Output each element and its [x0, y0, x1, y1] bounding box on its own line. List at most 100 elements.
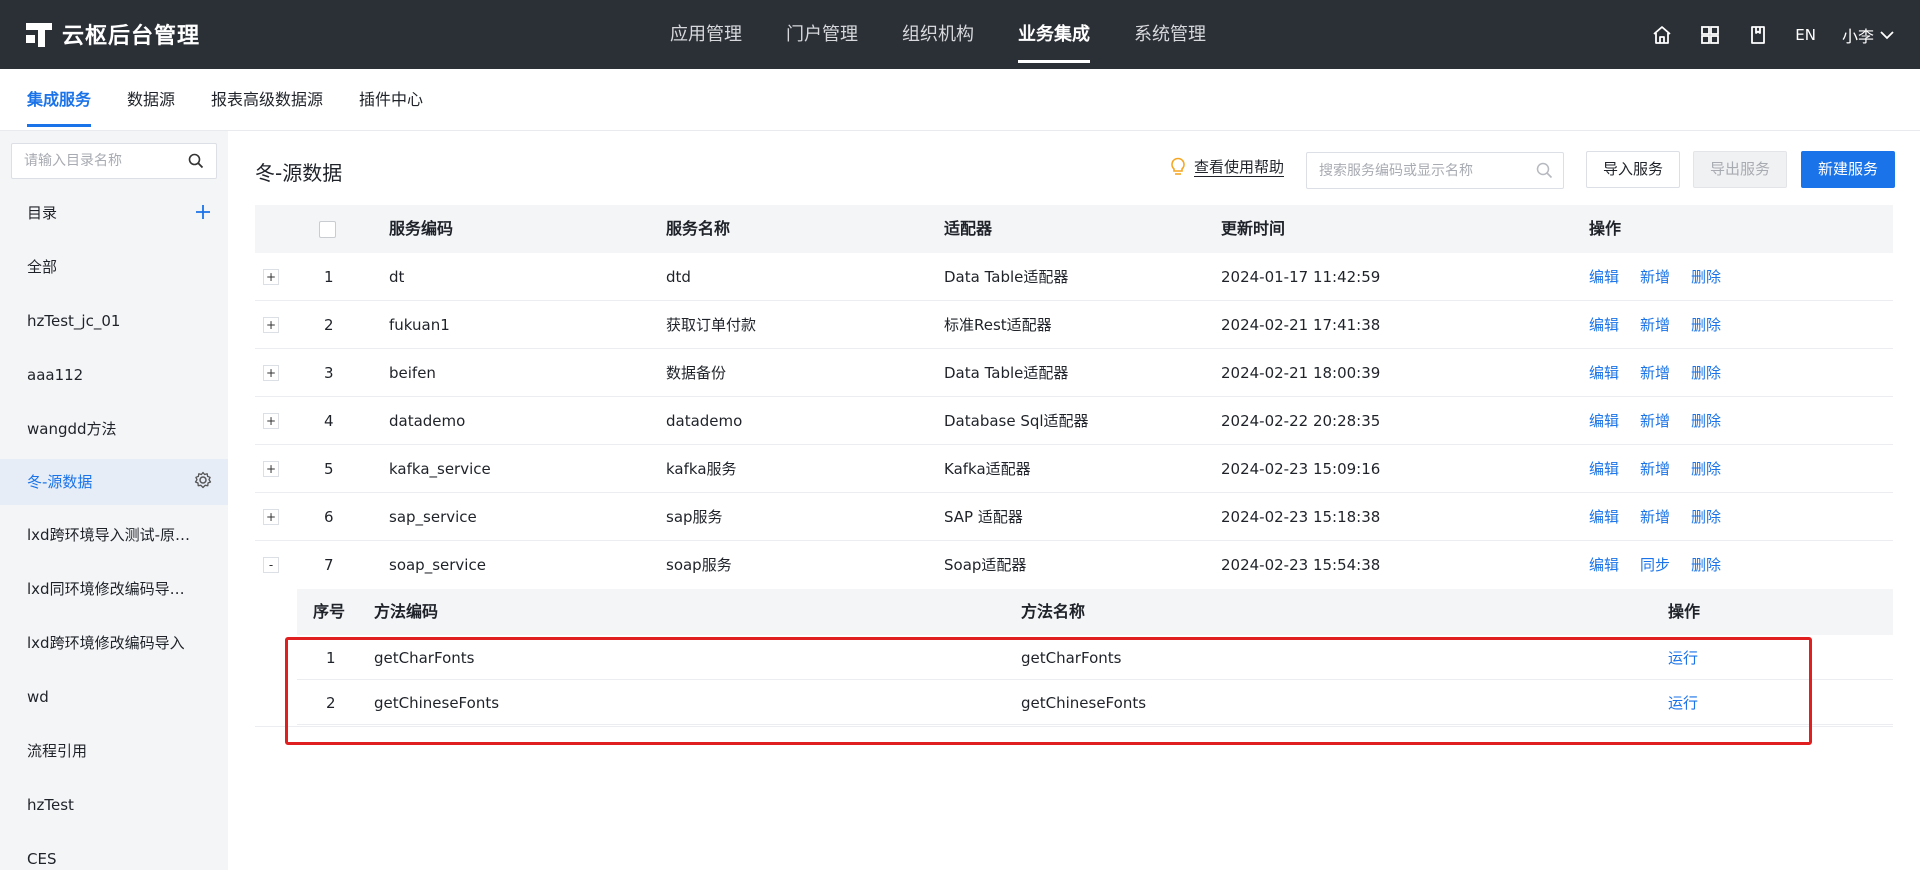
book-icon[interactable] — [1747, 24, 1769, 46]
expand-toggle[interactable]: + — [263, 461, 279, 477]
delete-link[interactable]: 删除 — [1691, 541, 1721, 589]
sync-link[interactable]: 同步 — [1640, 541, 1670, 589]
edit-link[interactable]: 编辑 — [1589, 253, 1619, 301]
home-icon[interactable] — [1651, 24, 1673, 46]
run-link[interactable]: 运行 — [1668, 680, 1698, 726]
edit-link[interactable]: 编辑 — [1589, 445, 1619, 493]
tab-data-sources[interactable]: 数据源 — [127, 69, 175, 131]
add-link[interactable]: 新增 — [1640, 301, 1670, 349]
sidebar-item[interactable]: lxd跨环境修改编码导入 — [0, 621, 228, 665]
table-row: + 6 sap_service sap服务 SAP 适配器 2024-02-23… — [255, 493, 1893, 541]
nav-item-org[interactable]: 组织机构 — [902, 0, 974, 69]
service-name: soap服务 — [666, 556, 732, 574]
nav-item-system[interactable]: 系统管理 — [1134, 0, 1206, 69]
header-method-no: 序号 — [313, 602, 346, 621]
edit-link[interactable]: 编辑 — [1589, 541, 1619, 589]
sidebar-item[interactable]: hzTest_jc_01 — [0, 299, 228, 343]
lightbulb-icon — [1171, 157, 1185, 175]
edit-link[interactable]: 编辑 — [1589, 301, 1619, 349]
delete-link[interactable]: 删除 — [1691, 349, 1721, 397]
service-search — [1306, 152, 1564, 189]
adapter: Data Table适配器 — [944, 268, 1069, 286]
run-link[interactable]: 运行 — [1668, 635, 1698, 681]
row-number: 1 — [324, 268, 334, 286]
service-name: 获取订单付款 — [666, 316, 757, 334]
expand-toggle[interactable]: + — [263, 317, 279, 333]
expand-toggle[interactable]: + — [263, 413, 279, 429]
main-content: 冬-源数据 查看使用帮助 导入服务 导出服务 新建服务 服务编码 服务名称 适配… — [228, 131, 1920, 870]
service-search-input[interactable] — [1307, 153, 1527, 188]
nav-item-integration[interactable]: 业务集成 — [1018, 0, 1090, 69]
service-code: beifen — [389, 364, 436, 382]
service-name: kafka服务 — [666, 460, 737, 478]
table-header: 服务编码 服务名称 适配器 更新时间 操作 — [255, 205, 1893, 253]
edit-link[interactable]: 编辑 — [1589, 397, 1619, 445]
service-name: sap服务 — [666, 508, 723, 526]
method-no: 2 — [326, 694, 336, 712]
export-service-button[interactable]: 导出服务 — [1693, 151, 1788, 188]
delete-link[interactable]: 删除 — [1691, 301, 1721, 349]
search-icon[interactable] — [188, 153, 204, 169]
help-link[interactable]: 查看使用帮助 — [1170, 157, 1285, 177]
sidebar-item[interactable]: wangdd方法 — [0, 407, 228, 451]
updated-time: 2024-02-21 18:00:39 — [1221, 364, 1381, 382]
tab-report-data-sources[interactable]: 报表高级数据源 — [211, 69, 323, 131]
sidebar-item-all[interactable]: 全部 — [0, 245, 228, 289]
language-switch[interactable]: EN — [1795, 26, 1816, 44]
edit-link[interactable]: 编辑 — [1589, 349, 1619, 397]
sidebar-item[interactable]: wd — [0, 675, 228, 719]
add-link[interactable]: 新增 — [1640, 445, 1670, 493]
user-menu[interactable]: 小李 — [1842, 23, 1894, 47]
service-name: 数据备份 — [666, 364, 727, 382]
expand-toggle[interactable]: + — [263, 269, 279, 285]
sidebar-item[interactable]: hzTest — [0, 783, 228, 827]
new-service-button[interactable]: 新建服务 — [1801, 151, 1896, 188]
sidebar-item[interactable]: aaa112 — [0, 353, 228, 397]
add-link[interactable]: 新增 — [1640, 397, 1670, 445]
expand-toggle[interactable]: + — [263, 509, 279, 525]
select-all-checkbox[interactable] — [319, 221, 336, 238]
adapter: Database Sql适配器 — [944, 412, 1089, 430]
row-number: 2 — [324, 316, 334, 334]
gear-icon[interactable] — [194, 471, 212, 489]
methods-table: 序号 方法编码 方法名称 操作 1 getCharFonts getCharFo… — [297, 589, 1893, 725]
tab-integration-services[interactable]: 集成服务 — [27, 69, 92, 131]
add-link[interactable]: 新增 — [1640, 253, 1670, 301]
delete-link[interactable]: 删除 — [1691, 493, 1721, 541]
app-logo[interactable]: 云枢后台管理 — [26, 18, 200, 50]
method-row: 1 getCharFonts getCharFonts 运行 — [297, 635, 1893, 680]
collapse-toggle[interactable]: - — [263, 557, 279, 573]
header-name: 服务名称 — [666, 219, 731, 238]
edit-link[interactable]: 编辑 — [1589, 493, 1619, 541]
sidebar-item[interactable]: 流程引用 — [0, 729, 228, 773]
main-nav: 应用管理 门户管理 组织机构 业务集成 系统管理 — [670, 0, 1250, 69]
catalog-search-input[interactable] — [12, 144, 182, 178]
service-code: fukuan1 — [389, 316, 450, 334]
updated-time: 2024-02-23 15:54:38 — [1221, 556, 1381, 574]
service-code: soap_service — [389, 556, 486, 574]
delete-link[interactable]: 删除 — [1691, 445, 1721, 493]
service-name: datademo — [666, 412, 743, 430]
add-link[interactable]: 新增 — [1640, 349, 1670, 397]
services-table: 服务编码 服务名称 适配器 更新时间 操作 + 1 dt dtd Data Ta… — [255, 205, 1893, 745]
sidebar-item-active[interactable]: 冬-源数据 — [0, 459, 228, 505]
adapter: Kafka适配器 — [944, 460, 1031, 478]
sidebar-item[interactable]: lxd跨环境导入测试-原数据 — [0, 513, 228, 557]
header-method-name: 方法名称 — [1021, 602, 1086, 621]
expand-toggle[interactable]: + — [263, 365, 279, 381]
tab-plugin-center[interactable]: 插件中心 — [359, 69, 423, 131]
sidebar-item[interactable]: lxd同环境修改编码导入测试 — [0, 567, 228, 611]
delete-link[interactable]: 删除 — [1691, 253, 1721, 301]
import-service-button[interactable]: 导入服务 — [1586, 151, 1681, 188]
updated-time: 2024-02-23 15:09:16 — [1221, 460, 1381, 478]
grid-icon[interactable] — [1699, 24, 1721, 46]
sidebar-item[interactable]: CES — [0, 837, 228, 881]
add-icon[interactable] — [194, 203, 212, 221]
nav-item-apps[interactable]: 应用管理 — [670, 0, 742, 69]
search-icon[interactable] — [1536, 162, 1553, 179]
nav-item-portal[interactable]: 门户管理 — [786, 0, 858, 69]
add-link[interactable]: 新增 — [1640, 493, 1670, 541]
delete-link[interactable]: 删除 — [1691, 397, 1721, 445]
methods-header: 序号 方法编码 方法名称 操作 — [297, 589, 1893, 635]
page-title: 冬-源数据 — [255, 161, 343, 185]
